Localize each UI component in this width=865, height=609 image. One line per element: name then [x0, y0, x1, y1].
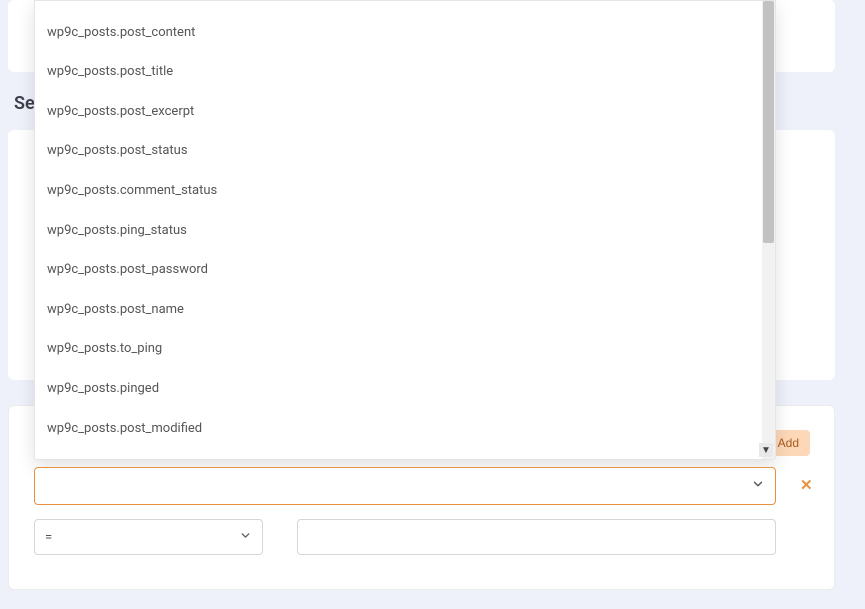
dropdown-item[interactable]: wp9c_posts.post_title	[35, 52, 763, 92]
dropdown-item[interactable]: wp9c_posts.pinged	[35, 369, 763, 409]
dropdown-item[interactable]: wp9c_posts.post_password	[35, 250, 763, 290]
operator-value: =	[45, 530, 52, 545]
chevron-down-icon	[239, 529, 252, 546]
operator-select[interactable]: =	[34, 519, 263, 555]
dropdown-item[interactable]: wp9c_posts.comment_status	[35, 171, 763, 211]
dropdown-item[interactable]: wp9c_posts.post_excerpt	[35, 92, 763, 132]
remove-condition-icon[interactable]: ✕	[800, 476, 813, 494]
column-dropdown-panel: wp9c_posts.post_date_gmt wp9c_posts.post…	[34, 0, 776, 460]
dropdown-item[interactable]: wp9c_posts.to_ping	[35, 329, 763, 369]
panel-dropdown-arrow-icon[interactable]: ▼	[759, 443, 773, 457]
column-dropdown-list[interactable]: wp9c_posts.post_date_gmt wp9c_posts.post…	[35, 1, 763, 456]
dropdown-item[interactable]: wp9c_posts.post_modified	[35, 409, 763, 449]
dropdown-item[interactable]: wp9c_posts.post_date_gmt	[35, 1, 763, 13]
dropdown-item[interactable]: wp9c_posts.post_name	[35, 290, 763, 330]
chevron-down-icon	[751, 477, 765, 495]
value-input[interactable]	[297, 519, 776, 555]
dropdown-item[interactable]: wp9c_posts.ping_status	[35, 211, 763, 251]
dropdown-item[interactable]: wp9c_posts.post_status	[35, 131, 763, 171]
column-select-input[interactable]	[34, 467, 776, 505]
scrollbar-thumb[interactable]	[763, 1, 774, 243]
dropdown-item[interactable]: wp9c_posts.post_content	[35, 13, 763, 53]
scrollbar-track[interactable]	[762, 1, 775, 459]
